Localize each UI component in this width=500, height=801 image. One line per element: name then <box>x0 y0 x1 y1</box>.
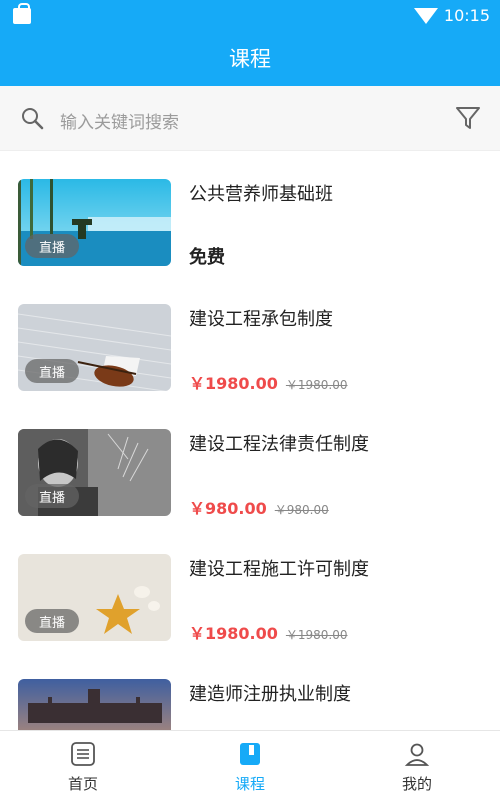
course-item[interactable]: 建造师注册执业制度 <box>0 650 500 730</box>
course-item[interactable]: 直播 建设工程施工许可制度 ￥1980.00 ￥1980.00 <box>0 525 500 650</box>
original-price: ￥1980.00 <box>285 628 348 642</box>
course-price: ￥1980.00 ￥1980.00 <box>189 620 348 644</box>
page-title: 课程 <box>229 47 271 71</box>
book-icon <box>240 743 260 765</box>
course-thumbnail: 直播 <box>18 179 171 266</box>
wifi-icon <box>414 8 438 24</box>
current-price: ￥1980.00 <box>189 624 278 643</box>
course-item[interactable]: 直播 公共营养师基础班 免费 <box>0 150 500 275</box>
status-time: 10:15 <box>443 6 490 25</box>
course-item[interactable]: 直播 建设工程法律责任制度 ￥980.00 ￥980.00 <box>0 400 500 525</box>
live-badge: 直播 <box>25 359 79 383</box>
course-list: 直播 公共营养师基础班 免费 直播 建设工程承包制度 ￥1980.00 ￥1980… <box>0 150 500 730</box>
course-title: 建设工程法律责任制度 <box>189 434 369 455</box>
shopping-bag-icon <box>13 3 31 24</box>
course-title: 建造师注册执业制度 <box>189 684 351 705</box>
tab-home[interactable]: 首页 <box>0 731 166 801</box>
course-price: ￥980.00 ￥980.00 <box>189 495 329 519</box>
search-input[interactable]: 输入关键词搜索 <box>60 108 179 133</box>
current-price: ￥1980.00 <box>189 374 278 393</box>
live-badge: 直播 <box>25 484 79 508</box>
user-icon <box>404 743 430 766</box>
search-bar[interactable]: 输入关键词搜索 <box>0 86 500 151</box>
course-thumbnail <box>18 679 171 730</box>
original-price: ￥1980.00 <box>285 378 348 392</box>
tab-courses[interactable]: 课程 <box>167 731 333 801</box>
current-price: ￥980.00 <box>189 499 267 518</box>
bottom-navigation: 首页 课程 我的 <box>0 730 500 801</box>
parliament-building-image <box>18 679 171 730</box>
original-price: ￥980.00 <box>274 503 329 517</box>
course-title: 建设工程承包制度 <box>189 309 333 330</box>
live-badge: 直播 <box>25 609 79 633</box>
course-title: 建设工程施工许可制度 <box>189 559 369 580</box>
status-bar: 10:15 <box>0 0 500 30</box>
course-title: 公共营养师基础班 <box>189 184 333 205</box>
course-item[interactable]: 直播 建设工程承包制度 ￥1980.00 ￥1980.00 <box>0 275 500 400</box>
filter-icon[interactable] <box>454 104 482 132</box>
search-icon[interactable] <box>20 106 44 130</box>
tab-label: 我的 <box>401 775 432 793</box>
tab-label: 首页 <box>67 775 98 793</box>
home-list-icon <box>71 742 95 766</box>
tab-profile[interactable]: 我的 <box>334 731 500 801</box>
course-thumbnail: 直播 <box>18 304 171 391</box>
tab-label: 课程 <box>234 775 265 793</box>
live-badge: 直播 <box>25 234 79 258</box>
course-price: ￥1980.00 ￥1980.00 <box>189 370 348 394</box>
course-price: 免费 <box>189 247 225 268</box>
course-thumbnail: 直播 <box>18 554 171 641</box>
course-thumbnail: 直播 <box>18 429 171 516</box>
app-bar: 课程 <box>0 30 500 86</box>
